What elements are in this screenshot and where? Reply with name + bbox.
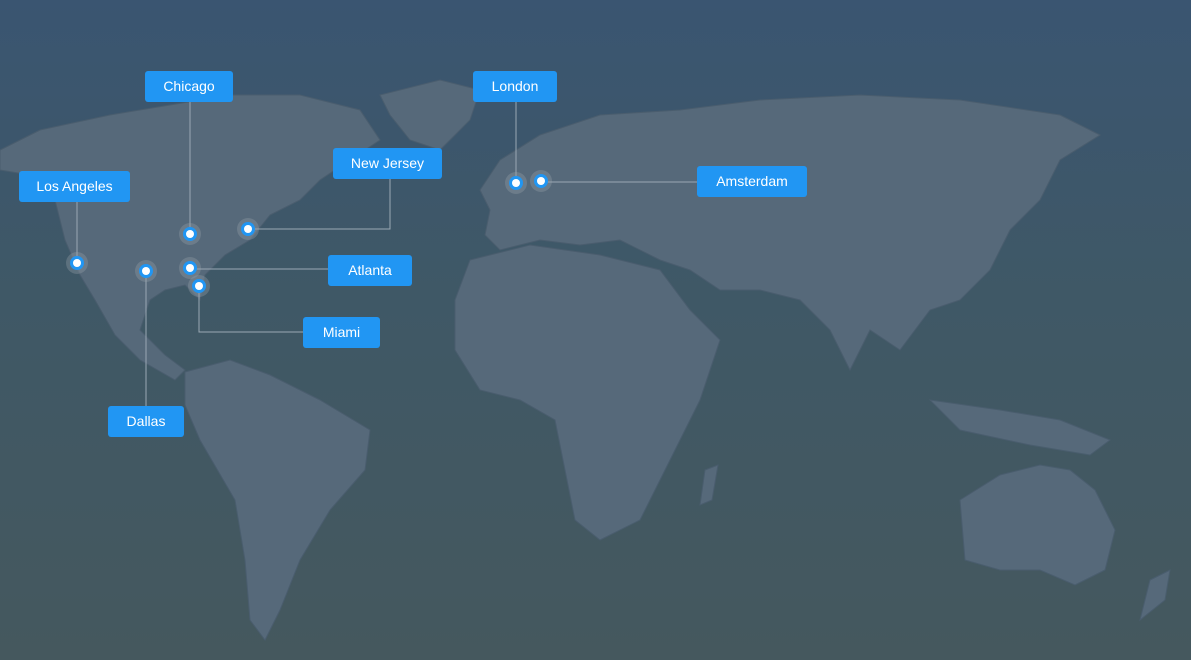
location-label-miami[interactable]: Miami: [303, 317, 380, 348]
location-marker-icon[interactable]: [530, 170, 552, 192]
location-label-atlanta[interactable]: Atlanta: [328, 255, 412, 286]
location-marker-icon[interactable]: [188, 275, 210, 297]
location-label-amsterdam[interactable]: Amsterdam: [697, 166, 807, 197]
location-marker-icon[interactable]: [179, 223, 201, 245]
australia: [959, 464, 1116, 586]
location-marker-icon[interactable]: [135, 260, 157, 282]
madagascar: [699, 464, 719, 506]
location-marker-icon[interactable]: [66, 252, 88, 274]
new-zealand: [1139, 569, 1171, 622]
location-label-dallas[interactable]: Dallas: [108, 406, 184, 437]
location-label-new-jersey[interactable]: New Jersey: [333, 148, 442, 179]
africa: [454, 244, 721, 541]
continents: [0, 79, 1171, 641]
location-marker-icon[interactable]: [237, 218, 259, 240]
location-label-chicago[interactable]: Chicago: [145, 71, 233, 102]
south-america: [184, 359, 371, 641]
greenland: [379, 79, 481, 151]
location-marker-icon[interactable]: [505, 172, 527, 194]
location-label-los-angeles[interactable]: Los Angeles: [19, 171, 130, 202]
location-label-london[interactable]: London: [473, 71, 557, 102]
southeast-asia-islands: [928, 399, 1112, 456]
